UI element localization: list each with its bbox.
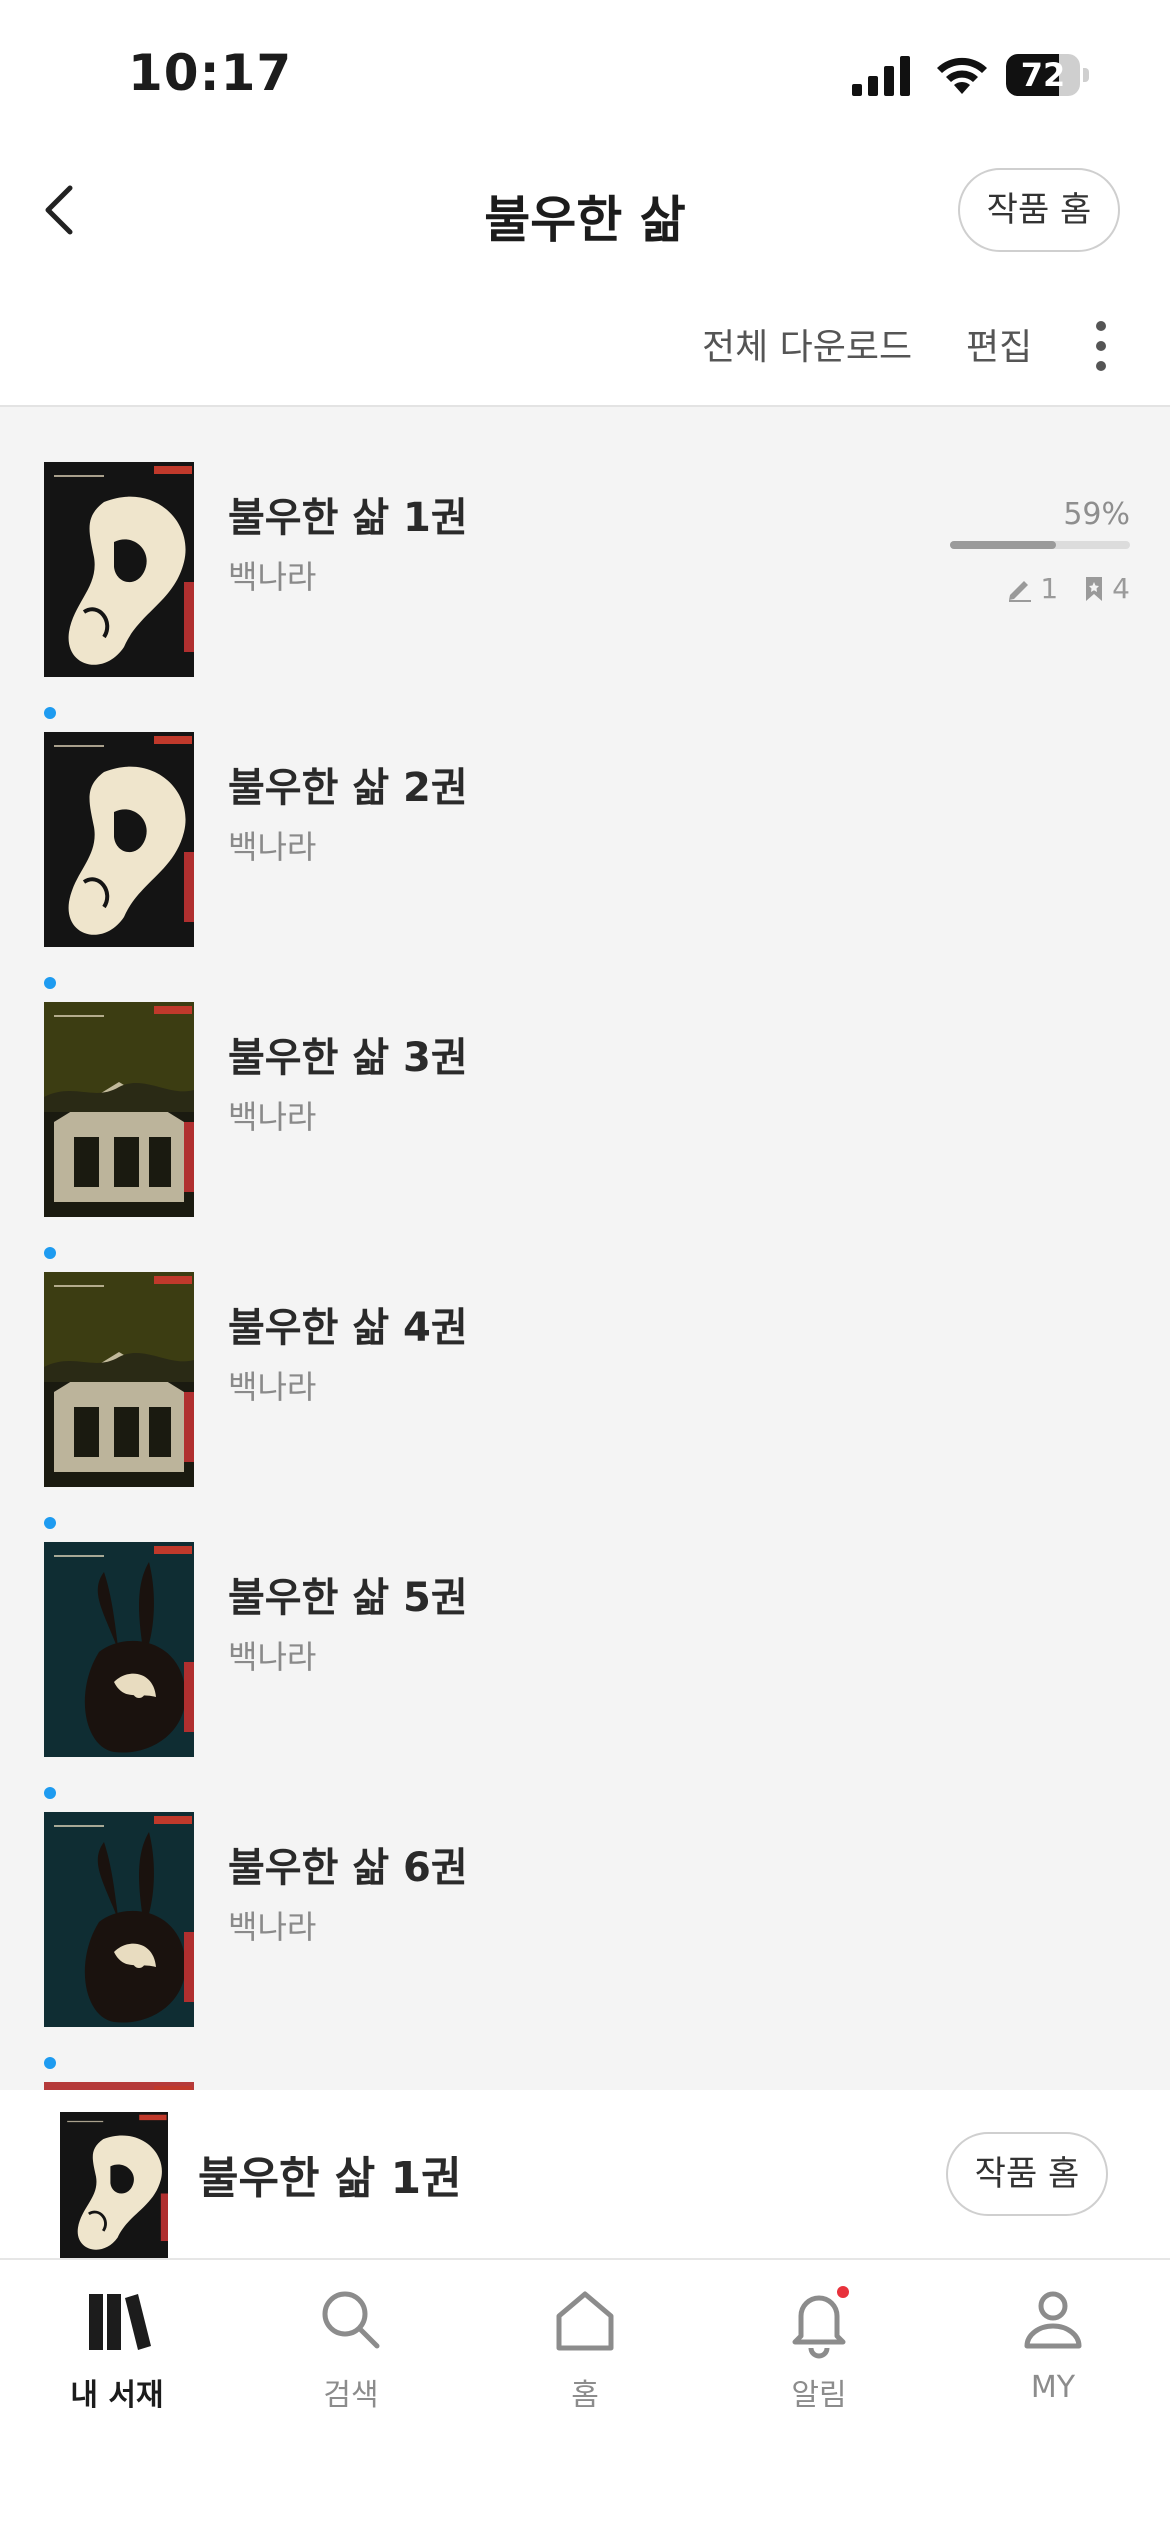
book-cover [44, 462, 194, 677]
edit-button[interactable]: 편집 [966, 318, 1032, 370]
current-book-bar[interactable]: 불우한 삶 1권 작품 홈 [0, 2090, 1170, 2260]
annotation-counts: 14 [1006, 572, 1130, 605]
status-time: 10:17 [128, 44, 293, 102]
wifi-icon [937, 57, 987, 94]
book-cover [44, 1542, 194, 1757]
book-row[interactable]: 불우한 삶 7권백나라 [0, 2027, 1170, 2090]
book-title: 불우한 삶 4권 [228, 1305, 468, 1351]
book-row[interactable]: 불우한 삶 4권백나라 [0, 1217, 1170, 1489]
bookmark-count: 4 [1112, 572, 1130, 605]
home-indicator [392, 2492, 778, 2506]
book-title: 불우한 삶 6권 [228, 1845, 468, 1891]
book-author: 백나라 [228, 558, 317, 596]
book-row[interactable]: 불우한 삶 3권백나라 [0, 947, 1170, 1219]
tab-library[interactable]: 내 서재 [0, 2280, 234, 2414]
library-icon [89, 2294, 151, 2350]
book-title: 불우한 삶 3권 [228, 1035, 468, 1081]
book-row[interactable]: 불우한 삶 5권백나라 [0, 1487, 1170, 1759]
tab-home[interactable]: 홈 [468, 2280, 702, 2414]
tab-search[interactable]: 검색 [234, 2280, 468, 2414]
bell-icon [792, 2286, 849, 2359]
tab-label: 검색 [323, 2378, 379, 2413]
book-cover [44, 1812, 194, 2027]
tab-label: 내 서재 [70, 2378, 164, 2413]
list-toolbar: 전체 다운로드 편집 [0, 290, 1170, 407]
tab-person[interactable]: MY [936, 2280, 1170, 2405]
reading-progress-percent: 59% [1063, 497, 1130, 532]
download-all-button[interactable]: 전체 다운로드 [702, 318, 912, 370]
battery-level: 72 [1020, 56, 1066, 94]
cellular-signal-icon [852, 56, 910, 96]
book-author: 백나라 [228, 1368, 317, 1406]
tab-label: 알림 [791, 2378, 847, 2413]
notification-badge [837, 2286, 849, 2298]
new-indicator [44, 1787, 56, 1799]
search-icon [322, 2291, 380, 2349]
nav-header: 불우한 삶 작품 홈 [0, 150, 1170, 280]
home-icon [556, 2291, 614, 2351]
tab-bell[interactable]: 알림 [702, 2280, 936, 2414]
person-icon [1024, 2291, 1082, 2349]
new-indicator [44, 1247, 56, 1259]
new-indicator [44, 977, 56, 989]
book-list: 불우한 삶 1권 백나라 59% 1 4 불우한 삶 2권 백나라 불우한 삶 3권 백나라 불우… [0, 407, 1170, 2090]
book-row[interactable]: 불우한 삶 6권백나라 [0, 1757, 1170, 2029]
book-title: 불우한 삶 2권 [228, 765, 468, 811]
book-cover [44, 1272, 194, 1487]
book-author: 백나라 [228, 1638, 317, 1676]
battery-icon: 72 [1006, 54, 1089, 96]
book-cover [44, 1002, 194, 1217]
book-row[interactable]: 불우한 삶 2권백나라 [0, 677, 1170, 949]
book-title: 불우한 삶 1권 [228, 495, 468, 541]
new-indicator [44, 1517, 56, 1529]
reading-progress-bar [950, 541, 1130, 549]
book-author: 백나라 [228, 1098, 317, 1136]
pencil-icon [1009, 580, 1032, 602]
bottom-tab-bar: 내 서재 검색 홈 알림 MY [0, 2260, 1170, 2532]
book-author: 백나라 [228, 828, 317, 866]
book-row[interactable]: 불우한 삶 1권 백나라 59% 1 4 [0, 407, 1170, 679]
tab-label: 홈 [571, 2378, 599, 2413]
new-indicator [44, 2057, 56, 2069]
book-cover [60, 2112, 168, 2258]
work-home-button[interactable]: 작품 홈 [958, 168, 1120, 252]
book-cover [44, 2082, 194, 2090]
book-author: 백나라 [228, 1908, 317, 1946]
current-book-title: 불우한 삶 1권 [198, 2153, 462, 2204]
tab-label: MY [1030, 2370, 1076, 2405]
status-bar: 10:17 72 [0, 0, 1170, 150]
mini-work-home-button[interactable]: 작품 홈 [946, 2132, 1108, 2216]
note-count: 1 [1040, 572, 1059, 605]
book-title: 불우한 삶 5권 [228, 1575, 468, 1621]
book-cover [44, 732, 194, 947]
bookmark-icon [1086, 576, 1103, 601]
new-indicator [44, 707, 56, 719]
more-vertical-icon[interactable] [1086, 316, 1116, 376]
